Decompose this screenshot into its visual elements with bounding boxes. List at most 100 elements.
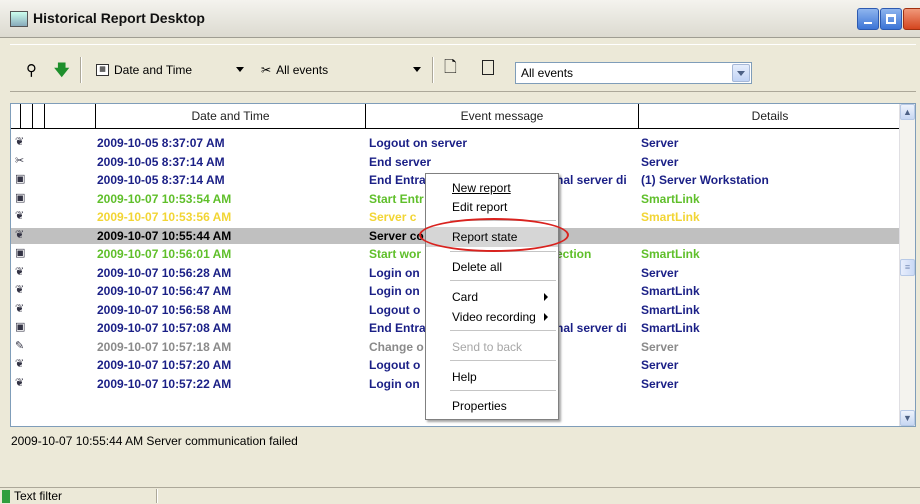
row-details: Server [641,136,679,150]
all-events-dropdown-arrow[interactable] [413,67,421,72]
row-datetime: 2009-10-05 8:37:07 AM [97,136,225,150]
menu-item-help[interactable]: Help [426,367,558,387]
row-message: Change o [369,339,424,354]
row-datetime: 2009-10-07 10:57:18 AM [97,339,232,354]
menu-item-properties[interactable]: Properties [426,396,558,416]
window-title: Historical Report Desktop [33,10,205,26]
row-message: Login on [369,284,420,298]
row-details: SmartLink [641,191,700,206]
status-panel: 2009-10-07 10:55:44 AM Server communicat… [10,431,916,455]
arrow-down-icon[interactable]: 🡇 [54,63,69,78]
row-details: SmartLink [641,210,700,224]
table-row[interactable]: ❦ 2009-10-05 8:37:07 AM Logout on server Se… [11,135,901,151]
toolbar-separator [432,57,434,83]
header-spacer[interactable] [33,104,45,128]
row-message: Start Entr [369,191,424,206]
menu-label: Edit report [452,200,508,214]
row-datetime: 2009-10-07 10:55:44 AM [97,228,232,243]
events-icon: ✂ [261,63,272,77]
grid-header: Date and Time Event message Details [11,104,901,129]
event-type-icon: ❦ [15,302,25,315]
menu-label: Send to back [452,340,523,354]
column-header-datetime[interactable]: Date and Time [96,104,366,128]
filter-bar: Text filter [0,487,920,503]
date-time-label: Date and Time [114,63,193,77]
scroll-down-button[interactable]: ▼ [900,410,915,426]
event-type-icon: ❦ [15,228,25,241]
row-datetime: 2009-10-05 8:37:14 AM [97,173,225,187]
menu-item-new-report[interactable]: New report [426,178,558,198]
row-message: Start wor [369,247,422,261]
menu-item-video-recording[interactable]: Video recording [426,307,558,327]
new-document-icon[interactable]: 🗋 [444,60,457,76]
binoculars-icon[interactable]: ⚲ [26,63,37,78]
event-type-icon: ❦ [15,136,25,148]
column-header-details[interactable]: Details [639,104,901,128]
column-header-message[interactable]: Event message [366,104,639,128]
toolbar-separator [80,57,82,83]
filter-separator [156,489,158,503]
combo-dropdown-button[interactable] [732,64,750,82]
all-events-button[interactable]: ✂ All events [261,59,328,81]
row-datetime: 2009-10-07 10:57:22 AM [97,376,232,391]
vertical-scrollbar[interactable]: ▲ ≡ ▼ [899,104,915,426]
menu-label: Card [452,290,479,304]
event-type-icon: ❦ [15,265,25,278]
event-filter-combo[interactable]: All events [515,62,752,84]
event-type-icon: ❦ [15,376,25,389]
menu-item-card[interactable]: Card [426,287,558,307]
scroll-thumb[interactable]: ≡ [900,259,915,276]
menu-separator [450,280,556,281]
row-details: Server [641,265,679,280]
row-details: SmartLink [641,302,700,317]
submenu-arrow-icon [544,313,548,321]
row-details: SmartLink [641,321,700,335]
row-message: Server co [369,228,424,243]
event-type-icon: ▣ [15,173,26,185]
row-datetime: 2009-10-07 10:56:47 AM [97,284,232,298]
context-menu: New report Edit report Report state Dele… [425,173,559,420]
row-message: Login on [369,265,420,280]
menu-item-edit-report[interactable]: Edit report [426,197,558,217]
title-bar: Historical Report Desktop [0,0,920,38]
row-datetime: 2009-10-07 10:53:54 AM [97,191,232,206]
row-datetime: 2009-10-07 10:57:08 AM [97,321,232,335]
row-message: End Entra [369,173,426,187]
menu-label: Properties [452,399,507,413]
row-message: Login on [369,376,420,391]
row-message: Logout o [369,302,421,317]
menu-item-delete-all[interactable]: Delete all [426,257,558,277]
row-details: Server [641,376,679,391]
row-details: (1) Server Workstation [641,173,769,187]
menu-label: Video recording [452,310,536,324]
header-spacer[interactable] [11,104,21,128]
menu-separator [450,360,556,361]
date-time-button[interactable]: ▦ Date and Time [96,59,192,81]
row-details: Server [641,339,679,354]
event-type-icon: ✎ [15,339,25,352]
header-spacer[interactable] [21,104,33,128]
row-datetime: 2009-10-07 10:53:56 AM [97,210,232,224]
highlight-ellipse [419,218,569,252]
row-message-tail: nal server di [556,173,627,187]
row-message: End server [369,154,432,169]
menu-label: New report [452,181,511,195]
menu-separator [450,390,556,391]
event-type-icon: ✂ [15,154,25,167]
event-type-icon: ▣ [15,191,26,204]
table-row[interactable]: ✂ 2009-10-05 8:37:14 AM End server Server [11,154,901,170]
row-datetime: 2009-10-07 10:56:01 AM [97,247,232,261]
text-filter-label[interactable]: Text filter [14,488,62,504]
menu-separator [450,330,556,331]
row-details: SmartLink [641,247,700,261]
menu-label: Help [452,370,477,384]
header-spacer[interactable] [45,104,96,128]
scroll-up-button[interactable]: ▲ [900,104,915,120]
close-button[interactable] [903,8,920,30]
row-datetime: 2009-10-05 8:37:14 AM [97,154,225,169]
row-datetime: 2009-10-07 10:57:20 AM [97,358,232,372]
maximize-button[interactable] [880,8,902,30]
date-time-dropdown-arrow[interactable] [236,67,244,72]
blank-page-icon[interactable] [482,60,494,75]
minimize-button[interactable] [857,8,879,30]
